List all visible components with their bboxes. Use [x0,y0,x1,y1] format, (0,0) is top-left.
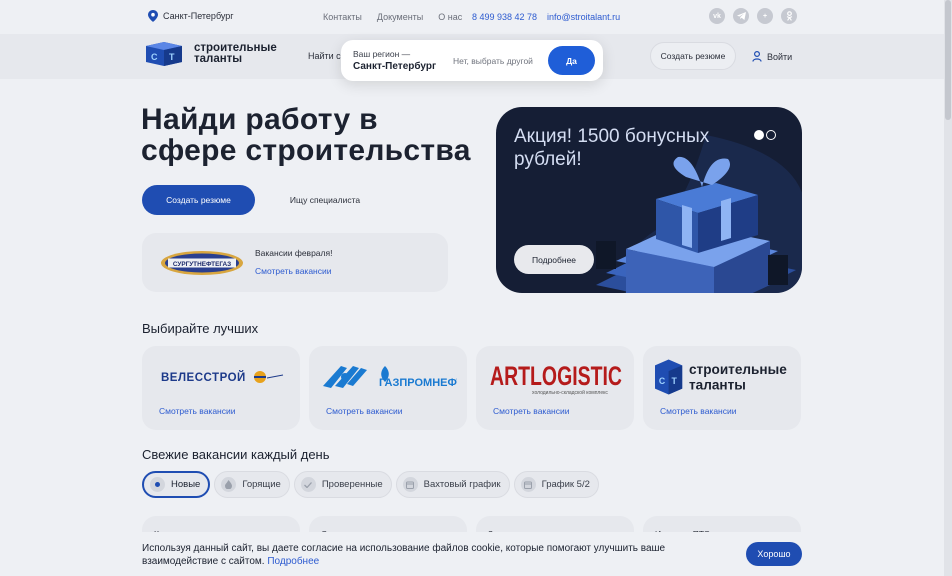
filter-chip-schedule-5-2[interactable]: График 5/2 [513,471,599,498]
surgutneftegaz-wordmark: СУРГУТНЕФТЕГАЗ [173,261,231,268]
filter-chip-label: Вахтовый график [423,479,501,490]
top-nav: Контакты Документы О нас [323,12,462,22]
login-button[interactable]: Войти [752,51,792,62]
filter-chip-label: Новые [171,479,201,490]
region-question: Ваш регион — [353,49,411,59]
email-link[interactable]: info@stroitalant.ru [547,12,620,22]
filter-chip-label: Проверенные [321,479,383,490]
fire-icon [221,477,237,492]
employer-vacancies-link[interactable]: Смотреть вакансии [159,406,236,416]
region-confirm-button[interactable]: Да [548,46,595,75]
ok-icon[interactable] [781,8,797,24]
stroitalant-line-2: таланты [689,378,746,393]
user-icon [752,51,762,62]
site-logo[interactable]: С Т строительные таланты [142,42,277,66]
filter-chip-hot[interactable]: Горящие [214,471,290,498]
login-label: Войти [767,51,793,62]
gazpromneft-logo: ГАЗПРОМНЕФТЬ [321,354,457,400]
page-scrollbar[interactable] [944,0,952,576]
region-city: Санкт-Петербург [353,61,437,72]
surgutneftegaz-logo: СУРГУТНЕФТЕГАЗ [161,251,243,275]
banner-dot-1[interactable] [754,130,764,140]
nav-find-specialist[interactable]: Найти сп [308,51,346,61]
cookie-more-link[interactable]: Подробнее [267,556,319,567]
scrollbar-thumb[interactable] [945,0,951,120]
cookie-banner: Используя данный сайт, вы даете согласие… [0,532,944,576]
svg-text:С: С [659,376,666,386]
banner-title: Акция! 1500 бонусных рублей! [514,126,710,170]
velesstroy-wordmark: ВЕЛЕССТРОЙ [161,371,246,384]
vk-icon[interactable]: vk [709,8,725,24]
filter-chip-new[interactable]: Новые [142,471,211,498]
promo-link[interactable]: Смотреть вакансии [255,266,332,276]
stroitalant-line-1: строительные [689,362,787,377]
create-resume-button[interactable]: Создать резюме [142,185,255,215]
employer-card-artlogistic[interactable]: ARTLOGISTIC холодильно-складской комплек… [476,346,634,430]
svg-text:С: С [151,52,158,62]
stroitalant-logo: С Т строительные таланты [655,354,791,400]
header-create-resume-button[interactable]: Создать резюме [650,42,736,70]
artlogistic-logo: ARTLOGISTIC холодильно-складской комплек… [488,354,624,400]
vacancy-filter-chips: Новые Горящие Проверенные Вахтовый графи… [142,471,599,498]
employer-promo-card[interactable]: СУРГУТНЕФТЕГАЗ Вакансии февраля! Смотрет… [142,233,448,292]
filter-chip-verified[interactable]: Проверенные [293,471,392,498]
city-selector[interactable]: Санкт-Петербург [148,10,234,22]
plus-icon[interactable]: + [757,8,773,24]
logo-line-2: таланты [194,53,243,65]
fresh-section-title: Свежие вакансии каждый день [142,447,330,462]
employer-card-stroitalant[interactable]: С Т строительные таланты Смотреть ваканс… [643,346,801,430]
artlogistic-subtitle: холодильно-складской комплекс [532,389,608,396]
nav-about[interactable]: О нас [438,12,462,22]
employer-card-gazpromneft[interactable]: ГАЗПРОМНЕФТЬ Смотреть вакансии [309,346,467,430]
promo-text: Вакансии февраля! [255,248,333,258]
schedule-icon [520,477,536,492]
logo-mark-icon: С Т [146,42,182,66]
filter-chip-label: График 5/2 [541,479,590,490]
check-icon [300,477,316,492]
filter-chip-shift[interactable]: Вахтовый график [395,471,510,498]
region-confirm-popup: Ваш регион — Санкт-Петербург Нет, выбрат… [341,40,603,81]
promo-banner[interactable]: Акция! 1500 бонусных рублей! Подробнее [496,107,802,293]
employer-vacancies-link[interactable]: Смотреть вакансии [326,406,403,416]
cookie-accept-button[interactable]: Хорошо [746,542,802,566]
gazpromneft-wordmark: ГАЗПРОМНЕФТЬ [379,377,457,389]
cookie-text: Используя данный сайт, вы даете согласие… [142,543,666,567]
telegram-icon[interactable] [733,8,749,24]
top-bar: Санкт-Петербург Контакты Документы О нас… [0,0,944,34]
filter-chip-label: Горящие [242,479,281,490]
nav-contacts[interactable]: Контакты [323,12,362,22]
phone-link[interactable]: 8 499 938 42 78 [472,12,537,22]
social-links: vk + [709,8,797,24]
calendar-icon [402,477,418,492]
location-pin-icon [148,10,158,22]
best-section-title: Выбирайте лучших [142,321,259,336]
cookie-text-block: Используя данный сайт, вы даете согласие… [142,542,732,568]
seek-specialist-button[interactable]: Ищу специалиста [266,185,384,215]
svg-text:Т: Т [672,376,678,386]
region-choose-other-link[interactable]: Нет, выбрать другой [453,56,533,66]
banner-more-button[interactable]: Подробнее [514,245,594,274]
banner-pagination [754,130,776,140]
velesstroy-logo: ВЕЛЕССТРОЙ [154,354,290,400]
employer-card-velesstroy[interactable]: ВЕЛЕССТРОЙ Смотреть вакансии [142,346,300,430]
hero-title: Найди работу в сфере строительства [141,103,471,167]
banner-dot-2[interactable] [766,130,776,140]
logo-text: строительные таланты [194,42,277,65]
artlogistic-wordmark: ARTLOGISTIC [490,361,622,391]
nav-documents[interactable]: Документы [377,12,423,22]
city-label: Санкт-Петербург [163,11,234,21]
employer-vacancies-link[interactable]: Смотреть вакансии [493,406,570,416]
svg-text:Т: Т [169,52,175,62]
employer-vacancies-link[interactable]: Смотреть вакансии [660,406,737,416]
new-icon [150,477,165,492]
